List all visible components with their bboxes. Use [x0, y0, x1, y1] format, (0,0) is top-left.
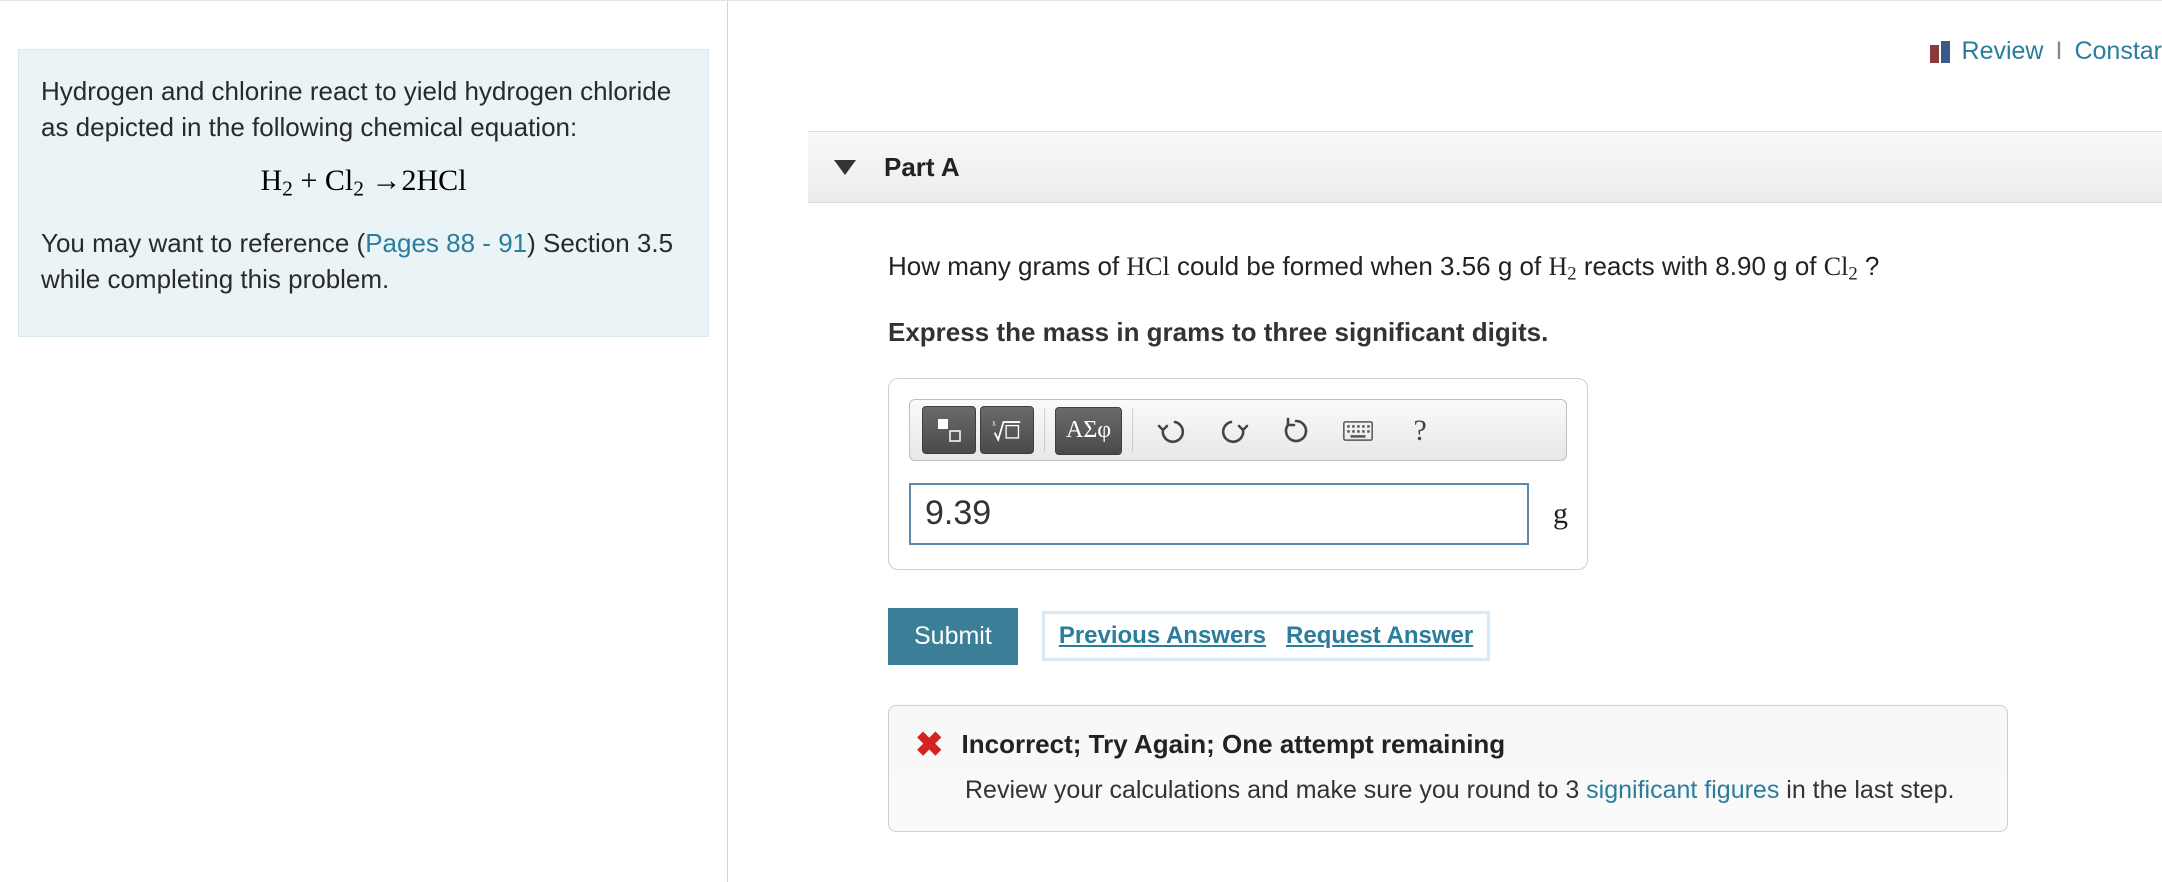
- q-mid2: reacts with 8.90 g of: [1577, 251, 1824, 281]
- eq-arrow: →: [364, 164, 402, 197]
- left-panel: Hydrogen and chlorine react to yield hyd…: [0, 1, 727, 882]
- problem-info-box: Hydrogen and chlorine react to yield hyd…: [18, 49, 709, 337]
- question-text: How many grams of HCl could be formed wh…: [888, 247, 2092, 289]
- toolbar-sep-1: [1044, 408, 1045, 452]
- submit-button[interactable]: Submit: [888, 608, 1018, 665]
- eq-cl: Cl: [325, 164, 353, 197]
- q-h2-sub: 2: [1567, 264, 1576, 285]
- q-hcl: HCl: [1126, 252, 1169, 281]
- q-cl2-base: Cl: [1824, 252, 1849, 281]
- q-end: ?: [1858, 251, 1880, 281]
- right-panel: Review I Constar Part A How many grams o…: [728, 1, 2162, 882]
- request-answer-link[interactable]: Request Answer: [1286, 622, 1473, 650]
- instruction-text: Express the mass in grams to three signi…: [888, 317, 2092, 348]
- part-header[interactable]: Part A: [808, 131, 2162, 203]
- feedback-pre: Review your calculations and make sure y…: [965, 776, 1586, 804]
- svg-text:x: x: [992, 418, 996, 427]
- eq-plus: +: [293, 164, 325, 197]
- feedback-post: in the last step.: [1779, 776, 1954, 804]
- feedback-box: ✖ Incorrect; Try Again; One attempt rema…: [888, 705, 2008, 832]
- eq-sub-2: 2: [353, 176, 364, 200]
- reset-button[interactable]: [1268, 407, 1324, 455]
- significant-figures-link[interactable]: significant figures: [1586, 776, 1779, 804]
- tool-group-templates: x: [920, 400, 1036, 460]
- eq-sub-1: 2: [282, 176, 293, 200]
- action-row: Submit Previous Answers Request Answer: [888, 608, 2092, 665]
- previous-answers-link[interactable]: Previous Answers: [1059, 622, 1266, 650]
- q-h2-base: H: [1548, 252, 1567, 281]
- keyboard-button[interactable]: [1330, 407, 1386, 455]
- part-content: How many grams of HCl could be formed wh…: [888, 247, 2092, 832]
- redo-button[interactable]: [1206, 407, 1262, 455]
- eq-h: H: [260, 164, 282, 197]
- top-links-divider: I: [2056, 37, 2063, 66]
- review-link[interactable]: Review: [1962, 37, 2044, 66]
- root-template-button[interactable]: x: [980, 406, 1034, 454]
- help-button[interactable]: ?: [1392, 407, 1448, 455]
- reference-text: You may want to reference (Pages 88 - 91…: [41, 226, 686, 298]
- fraction-template-button[interactable]: [922, 406, 976, 454]
- part-title: Part A: [884, 152, 960, 183]
- answer-unit: g: [1529, 483, 1568, 545]
- ref-pre: You may want to reference (: [41, 228, 365, 258]
- answer-links-box: Previous Answers Request Answer: [1042, 611, 1490, 661]
- eq-rhs-coef: 2: [402, 164, 417, 197]
- eq-rhs: HCl: [417, 164, 467, 197]
- feedback-title: Incorrect; Try Again; One attempt remain…: [962, 729, 1506, 760]
- greek-letters-button[interactable]: ΑΣφ: [1055, 407, 1122, 455]
- feedback-body: Review your calculations and make sure y…: [965, 776, 1981, 805]
- answer-box: x ΑΣφ ?: [888, 378, 1588, 570]
- feedback-header: ✖ Incorrect; Try Again; One attempt rema…: [915, 728, 1981, 762]
- equation-toolbar: x ΑΣφ ?: [909, 399, 1567, 461]
- book-icon: [1930, 41, 1950, 63]
- reference-link[interactable]: Pages 88 - 91: [365, 228, 527, 258]
- intro-text: Hydrogen and chlorine react to yield hyd…: [41, 74, 686, 146]
- answer-input-row: g: [909, 483, 1567, 545]
- undo-button[interactable]: [1144, 407, 1200, 455]
- q-cl2-sub: 2: [1848, 264, 1857, 285]
- constants-link[interactable]: Constar: [2074, 37, 2162, 66]
- chemical-equation: H2 + Cl2 →2HCl: [41, 160, 686, 204]
- answer-input[interactable]: [909, 483, 1529, 545]
- toolbar-sep-2: [1132, 408, 1133, 452]
- top-links: Review I Constar: [1930, 37, 2162, 66]
- q-pre: How many grams of: [888, 251, 1126, 281]
- q-mid1: could be formed when 3.56 g of: [1170, 251, 1549, 281]
- caret-down-icon: [834, 160, 856, 175]
- incorrect-x-icon: ✖: [915, 728, 944, 762]
